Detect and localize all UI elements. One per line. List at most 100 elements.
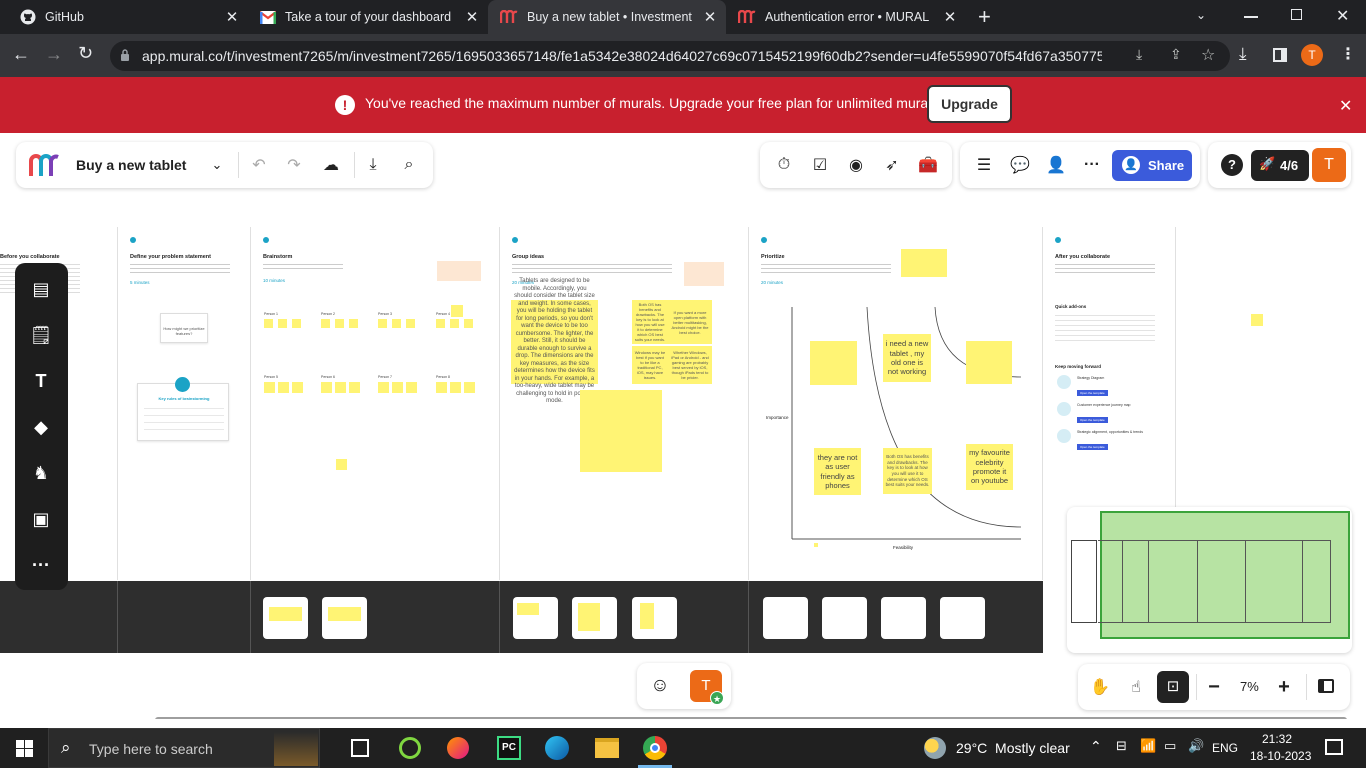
side-panel-icon[interactable] <box>1273 48 1287 62</box>
zoom-level[interactable]: 7% <box>1240 679 1259 694</box>
bookmark-star-icon[interactable]: ☆ <box>1201 45 1215 65</box>
minimize-icon[interactable] <box>1244 16 1258 18</box>
export-icon[interactable]: ⤓ <box>362 154 384 176</box>
forward-icon[interactable]: → <box>45 44 63 65</box>
template-button[interactable]: Open the template <box>1077 417 1108 423</box>
usb-icon[interactable]: ⊟ <box>1116 738 1127 754</box>
new-tab-button[interactable]: + <box>978 4 996 30</box>
close-icon[interactable]: ✕ <box>224 9 240 26</box>
share-button[interactable]: 👤 Share <box>1112 150 1192 181</box>
help-icon[interactable]: ? <box>1221 154 1243 176</box>
back-icon[interactable]: ← <box>12 44 30 65</box>
mural-logo-icon[interactable] <box>28 152 60 178</box>
sticky-note[interactable]: Both OS has benefits and drawbacks. The … <box>883 448 932 494</box>
restore-icon[interactable] <box>1291 9 1302 20</box>
chrome-icon[interactable] <box>643 736 667 760</box>
text-icon[interactable]: T <box>30 370 52 392</box>
outline-thumbnail[interactable] <box>572 597 617 639</box>
battery-icon[interactable]: ▭ <box>1164 738 1176 754</box>
tab-mural-auth[interactable]: Authentication error • MURAL ✕ <box>726 0 966 34</box>
outline-thumbnail[interactable] <box>322 597 367 639</box>
emoji-icon[interactable]: ☺ <box>649 675 671 697</box>
voting-icon[interactable]: ☑ <box>809 154 831 176</box>
timer-icon[interactable]: ⏱ <box>773 154 795 176</box>
onboarding-progress[interactable]: 🚀 4/6 <box>1251 150 1309 181</box>
image-icon[interactable]: ▣ <box>30 508 52 530</box>
volume-icon[interactable]: 🔊 <box>1188 738 1204 754</box>
more-options-icon[interactable]: ··· <box>1081 154 1103 176</box>
outline-thumbnail[interactable] <box>513 597 558 639</box>
outline-thumbnail[interactable] <box>881 597 926 639</box>
close-icon[interactable]: ✕ <box>942 9 958 26</box>
taskbar-search-box[interactable]: ⌕ Type here to search <box>48 728 320 768</box>
tab-gmail[interactable]: Take a tour of your dashboard - Z ✕ <box>248 0 488 34</box>
outline-thumbnail[interactable] <box>822 597 867 639</box>
activity-icon[interactable]: ☰ <box>973 154 995 176</box>
upgrade-button[interactable]: Upgrade <box>927 85 1012 123</box>
tab-github[interactable]: GitHub ✕ <box>8 0 248 34</box>
sticky-note[interactable]: my favourite celebrity promote it on you… <box>966 444 1013 490</box>
firefox-icon[interactable] <box>447 737 469 759</box>
sticky-note[interactable]: Tablets are designed to be mobile. Accor… <box>511 278 598 404</box>
task-view-icon[interactable] <box>351 739 369 757</box>
profile-avatar[interactable]: T <box>1301 44 1323 66</box>
omnibox[interactable]: app.mural.co/t/investment7265/m/investme… <box>110 41 1230 71</box>
weather-text[interactable]: 29°C Mostly clear <box>956 740 1070 756</box>
outline-thumbnail[interactable] <box>940 597 985 639</box>
redo-icon[interactable]: ↷ <box>283 154 305 176</box>
sticky-note[interactable]: Both OS has benefits and drawbacks. The … <box>632 300 668 344</box>
tab-search-chevron-icon[interactable]: ⌄ <box>1196 8 1206 22</box>
template-button[interactable]: Open the template <box>1077 390 1108 396</box>
sticky-note[interactable]: If you want a more open platform with be… <box>668 300 712 344</box>
sticky-note[interactable] <box>580 390 662 472</box>
outline-thumbnail[interactable] <box>763 597 808 639</box>
mural-canvas[interactable]: Before you collaborate Define your probl… <box>0 133 1366 719</box>
banner-close-icon[interactable]: ✕ <box>1339 96 1352 116</box>
network-icon[interactable]: 📶 <box>1140 738 1156 754</box>
summon-icon[interactable]: ➶ <box>881 154 903 176</box>
user-avatar[interactable]: T <box>1312 148 1346 182</box>
members-icon[interactable]: 👤 <box>1045 154 1067 176</box>
tab-mural-active[interactable]: Buy a new tablet • Investment ✕ <box>488 0 726 34</box>
sticky-note[interactable]: Windows may be best if you want to be li… <box>632 346 668 384</box>
close-icon[interactable]: ✕ <box>702 9 718 26</box>
windows-start-icon[interactable] <box>16 740 33 757</box>
share-page-icon[interactable]: ⇪ <box>1170 46 1182 63</box>
downloads-icon[interactable]: ⤓ <box>1239 44 1247 64</box>
comments-icon[interactable]: 💬 <box>1009 154 1031 176</box>
more-icon[interactable]: ··· <box>30 554 52 576</box>
trackpad-mode-icon[interactable]: ⊡ <box>1157 671 1189 703</box>
cloud-check-icon[interactable]: ☁ <box>320 154 342 176</box>
chevron-down-icon[interactable]: ⌄ <box>206 154 228 176</box>
close-icon[interactable]: ✕ <box>464 9 480 26</box>
clock-date[interactable]: 18-10-2023 <box>1250 749 1311 763</box>
outline-thumbnail[interactable] <box>263 597 308 639</box>
zoom-in-icon[interactable]: + <box>1273 676 1295 698</box>
problem-card[interactable]: How might we prioritize features? <box>160 313 208 343</box>
clock-time[interactable]: 21:32 <box>1262 732 1292 746</box>
tray-chevron-icon[interactable]: ⌃ <box>1090 738 1102 755</box>
sticky-note[interactable]: they are not as user friendly as phones <box>814 448 861 495</box>
outline-thumbnail[interactable] <box>632 597 677 639</box>
window-close-icon[interactable]: ✕ <box>1336 6 1349 26</box>
select-tool-icon[interactable]: ☝ <box>1125 676 1147 698</box>
app-icon-green[interactable] <box>399 737 421 759</box>
undo-icon[interactable]: ↶ <box>248 154 270 176</box>
sticky-note[interactable]: i need a new tablet , my old one is not … <box>883 334 931 382</box>
install-icon[interactable]: ⤓ <box>1136 46 1142 63</box>
edge-icon[interactable] <box>545 736 569 760</box>
private-mode-icon[interactable]: ◉ <box>845 154 867 176</box>
chrome-menu-icon[interactable]: ⋮ <box>1340 44 1356 64</box>
pycharm-icon[interactable]: PC <box>497 736 521 760</box>
language-indicator[interactable]: ENG <box>1212 741 1238 755</box>
mural-title[interactable]: Buy a new tablet <box>76 157 186 173</box>
toolbox-icon[interactable]: 🧰 <box>917 154 939 176</box>
reload-icon[interactable]: ↻ <box>78 43 93 64</box>
minimap-viewport[interactable] <box>1098 511 1350 639</box>
minimap-toggle-icon[interactable] <box>1318 679 1334 693</box>
zoom-out-icon[interactable]: − <box>1203 676 1225 698</box>
llama-icon[interactable]: ♞ <box>30 462 52 484</box>
search-icon[interactable]: ⌕ <box>398 154 420 176</box>
template-button[interactable]: Open the template <box>1077 444 1108 450</box>
minimap[interactable] <box>1067 507 1352 653</box>
